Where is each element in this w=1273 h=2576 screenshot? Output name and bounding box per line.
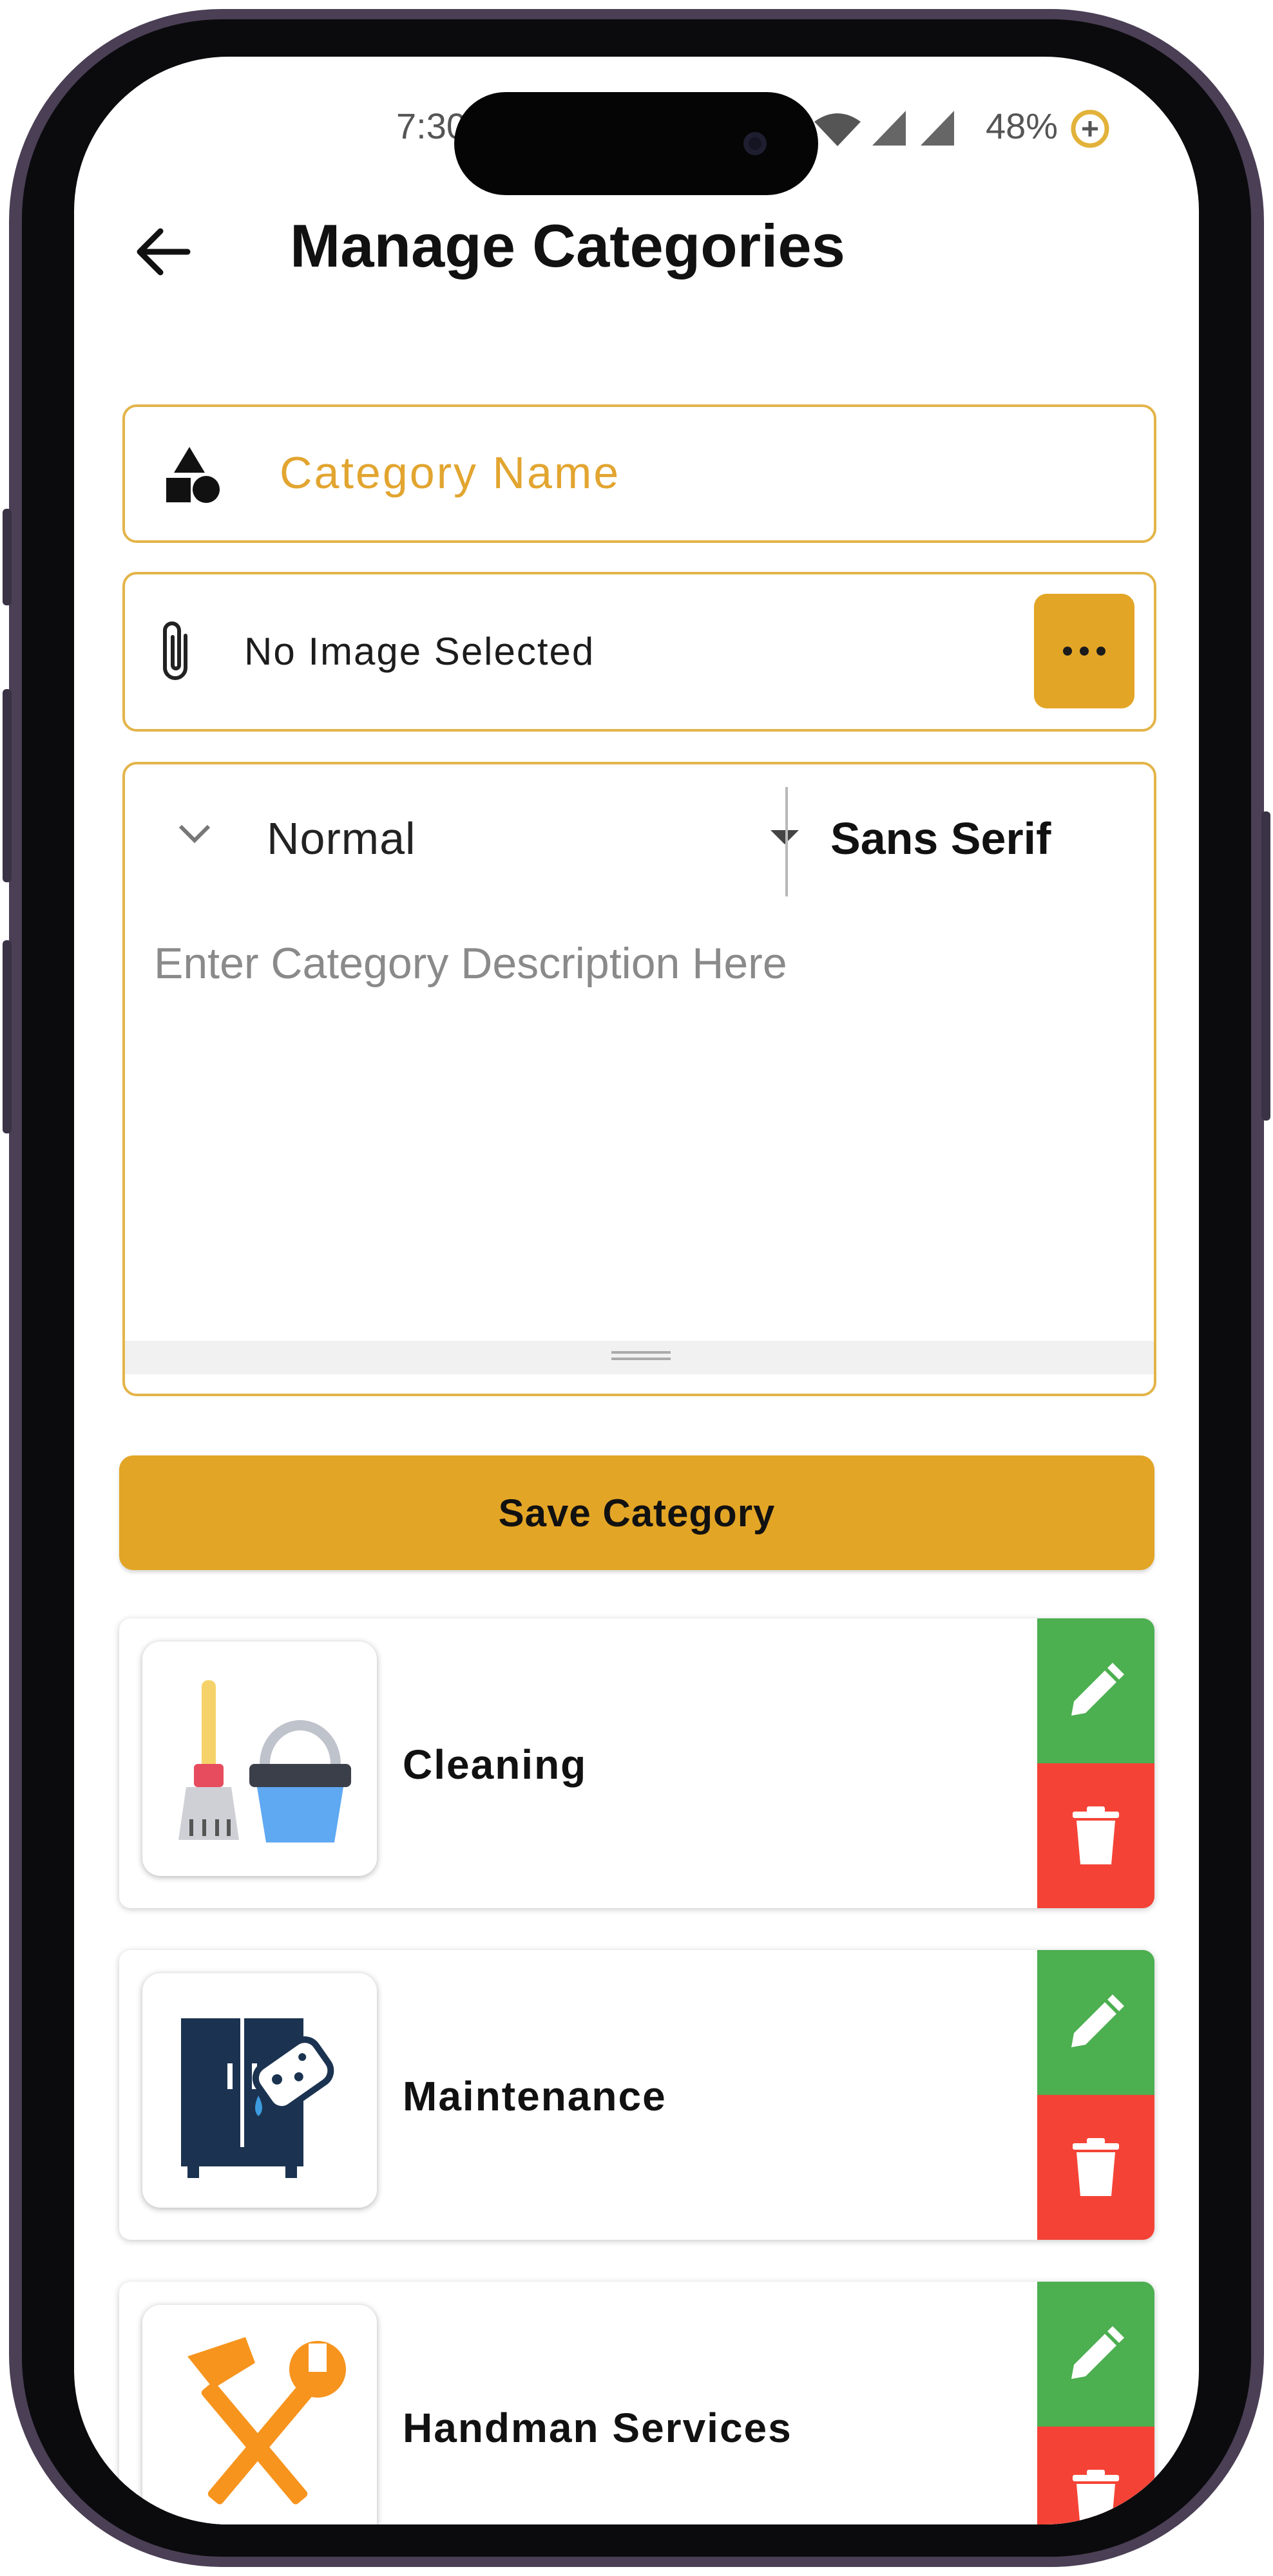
category-thumbnail — [142, 2305, 377, 2524]
battery-percentage: 48% — [986, 106, 1058, 146]
shapes-icon — [166, 447, 220, 503]
category-name: Handman Services — [403, 2405, 792, 2451]
dropdown-arrow-icon[interactable] — [769, 829, 800, 846]
edit-button[interactable] — [1037, 1950, 1154, 2095]
chevron-down-icon[interactable] — [177, 822, 213, 846]
side-button-left-3 — [3, 940, 12, 1133]
delete-button[interactable] — [1037, 2095, 1154, 2240]
category-card: Cleaning — [119, 1618, 1154, 1908]
category-name: Maintenance — [403, 2073, 667, 2119]
description-input[interactable]: Enter Category Description Here — [154, 938, 787, 989]
wifi-icon — [814, 113, 861, 146]
side-button-left-1 — [3, 509, 12, 605]
editor-resize-handle[interactable] — [125, 1341, 1154, 1374]
trash-icon — [1073, 1806, 1119, 1864]
delete-button[interactable] — [1037, 1763, 1154, 1908]
edit-button[interactable] — [1037, 1618, 1154, 1763]
dynamic-island — [454, 92, 818, 195]
broom-bucket-icon — [178, 1680, 351, 1842]
image-options-button[interactable] — [1034, 594, 1134, 708]
pencil-icon — [1071, 2325, 1124, 2379]
toolbar-divider — [785, 787, 788, 896]
category-thumbnail — [142, 1642, 377, 1876]
category-thumbnail — [142, 1973, 377, 2208]
save-category-button[interactable]: Save Category — [119, 1455, 1154, 1570]
signal-icon — [872, 111, 906, 146]
category-card: Handman Services — [119, 2282, 1154, 2524]
category-name-field[interactable]: Category Name — [122, 404, 1156, 543]
page-title: Manage Categories — [290, 212, 845, 279]
pencil-icon — [1071, 1994, 1124, 2047]
back-arrow-icon[interactable] — [132, 221, 194, 283]
trash-icon — [1073, 2137, 1119, 2196]
side-button-right — [1261, 811, 1270, 1121]
category-name-input[interactable]: Category Name — [280, 447, 620, 498]
description-editor: Normal Sans Serif Enter Category Descrip… — [122, 762, 1156, 1396]
edit-button[interactable] — [1037, 2282, 1154, 2427]
delete-button[interactable] — [1037, 2427, 1154, 2524]
signal-icon-2 — [921, 111, 954, 146]
side-button-left-2 — [3, 689, 12, 882]
image-status-text: No Image Selected — [244, 630, 595, 673]
heading-select[interactable]: Normal — [267, 813, 416, 864]
image-picker-field[interactable]: No Image Selected — [122, 572, 1156, 732]
cabinet-sponge-icon — [181, 2018, 334, 2178]
category-name: Cleaning — [403, 1741, 588, 1788]
font-select[interactable]: Sans Serif — [830, 813, 1051, 864]
pencil-icon — [1071, 1662, 1124, 1716]
category-card: Maintenance — [119, 1950, 1154, 2240]
app-screen: 7:30 48% Manage Categories Category Name… — [74, 57, 1199, 2524]
attachment-icon — [163, 621, 187, 680]
trash-icon — [1073, 2469, 1119, 2524]
battery-saver-icon — [1071, 109, 1109, 148]
hammer-wrench-icon — [187, 2337, 346, 2505]
